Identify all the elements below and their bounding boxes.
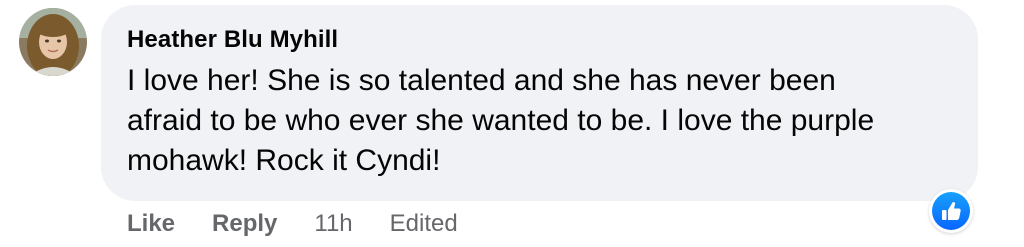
avatar[interactable]	[19, 8, 87, 76]
thumbs-up-icon	[932, 192, 970, 230]
edited-label[interactable]: Edited	[390, 210, 458, 238]
reply-button[interactable]: Reply	[212, 210, 277, 238]
like-button[interactable]: Like	[127, 210, 175, 238]
comment-text: I love her! She is so talented and she h…	[127, 64, 875, 177]
author-name[interactable]: Heather Blu Myhill	[127, 25, 954, 55]
timestamp-link[interactable]: 11h	[314, 210, 352, 238]
comment-bubble: Heather Blu Myhill I love her! She is so…	[101, 5, 978, 201]
comment-actions: Like Reply 11h Edited	[127, 207, 458, 241]
reaction-badge[interactable]	[929, 189, 973, 233]
comment: Heather Blu Myhill I love her! She is so…	[0, 0, 1024, 247]
avatar-photo	[19, 8, 87, 76]
